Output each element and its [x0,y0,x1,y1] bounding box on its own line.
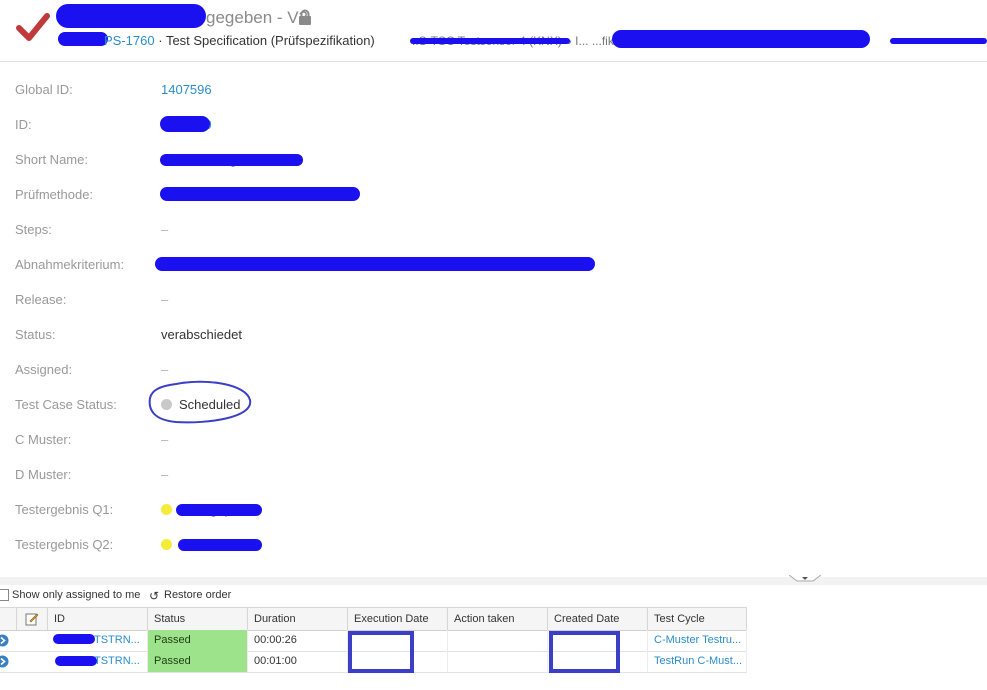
detail-row: Short Name:Gerät ... vergeben [0,142,987,177]
detail-value: – [161,432,169,447]
detail-label: Steps: [15,222,52,237]
panel-splitter[interactable] [0,577,987,585]
restore-icon[interactable]: ↺ [149,589,159,603]
item-subline: PS-1760 · Test Specification (Prüfspezif… [104,33,375,48]
detail-label: Testergebnis Q1: [15,502,114,517]
detail-label: Short Name: [15,152,88,167]
cell-status: Passed [148,651,248,672]
item-title: gegeben - V3 [206,8,309,27]
column-header-created-date[interactable]: Created Date [548,608,648,630]
redaction-q2 [178,539,262,551]
column-header-test-cycle[interactable]: Test Cycle [648,608,747,630]
column-header-duration[interactable]: Duration [248,608,348,630]
show-only-assigned-label[interactable]: Show only assigned to me [12,589,140,601]
status-dot-icon [161,504,172,515]
splitter-handle-icon[interactable] [789,575,821,583]
detail-label: Test Case Status: [15,397,117,412]
grid-toolbar: Show only assigned to me ↺ Restore order [0,587,987,607]
detail-label: Status: [15,327,56,342]
item-id-link[interactable]: PS-1760 [104,33,155,48]
grid-header: ID Status Duration Execution Date Action… [0,607,747,631]
detail-row: Release: – [0,282,987,317]
cell-test-cycle[interactable]: TestRun C-Must... [648,651,747,672]
detail-value: – [161,467,169,482]
detail-label: Testergebnis Q2: [15,537,114,552]
column-header-execution-date[interactable]: Execution Date [348,608,448,630]
detail-row: ID:PS-1760 [0,107,987,142]
cell-duration: 00:00:26 [248,630,348,651]
annotation-box-execution-date [348,631,414,673]
detail-label: Prüfmethode: [15,187,94,202]
detail-row: D Muster: – [0,457,987,492]
redaction-run-id-1 [53,634,95,644]
cell-action-taken [448,630,548,651]
detail-row: Status: verabschiedet [0,317,987,352]
detail-value[interactable]: 1407596 [161,72,212,107]
redaction-id-prefix [58,32,108,46]
redaction-q1 [176,504,262,516]
edit-icon[interactable] [25,612,39,626]
detail-label: ID: [15,117,32,132]
restore-order-button[interactable]: Restore order [164,589,231,601]
cell-test-cycle[interactable]: C-Muster Testru... [648,630,747,651]
redaction-run-id-2 [55,656,97,666]
detail-row: Global ID: 1407596 [0,72,987,107]
redaction-title [56,4,206,28]
detail-row: Testergebnis Q1:nicht geprüft [0,492,987,527]
detail-label: D Muster: [15,467,72,482]
column-header-select[interactable] [0,608,17,630]
detail-label: Global ID: [15,82,73,97]
cell-duration: 00:01:00 [248,651,348,672]
redaction-crumb-2 [612,30,870,48]
column-header-status[interactable]: Status [148,608,248,630]
detail-row: Steps: – [0,212,987,247]
show-only-assigned-checkbox[interactable] [0,589,9,601]
detail-label: Release: [15,292,67,307]
detail-value: – [161,222,169,237]
open-run-icon[interactable] [0,634,9,647]
cell-status: Passed [148,630,248,651]
item-type-label: Test Specification (Prüfspezifikation) [165,33,375,48]
annotation-circle [148,380,252,424]
lock-icon [299,9,311,25]
redaction-id-value [160,116,210,132]
status-dot-icon [161,539,172,550]
redaction-pruefmethode [160,187,360,201]
detail-label: C Muster: [15,432,72,447]
annotation-box-created-date [549,631,620,673]
detail-label: Assigned: [15,362,73,377]
detail-row: Testergebnis Q2:nicht ... [0,527,987,562]
approved-check-icon [16,13,50,41]
column-header-action-taken[interactable]: Action taken [448,608,548,630]
detail-value: verabschiedet [161,327,242,342]
redaction-crumb-1 [410,38,570,44]
redaction-shortname [160,154,303,166]
redaction-abnahme [155,257,595,271]
detail-label: Abnahmekriterium: [15,257,125,272]
detail-row: Prüfmethode:...ETS Gerätenamen ... [0,177,987,212]
cell-action-taken [448,651,548,672]
redaction-crumb-3 [890,38,987,44]
open-run-icon[interactable] [0,655,9,668]
column-header-id[interactable]: ID [48,608,148,630]
detail-value: – [161,292,169,307]
item-header: gegeben - V3 PS-1760 · Test Specificatio… [0,0,987,62]
detail-row: C Muster: – [0,422,987,457]
column-header-edit[interactable] [17,608,48,630]
